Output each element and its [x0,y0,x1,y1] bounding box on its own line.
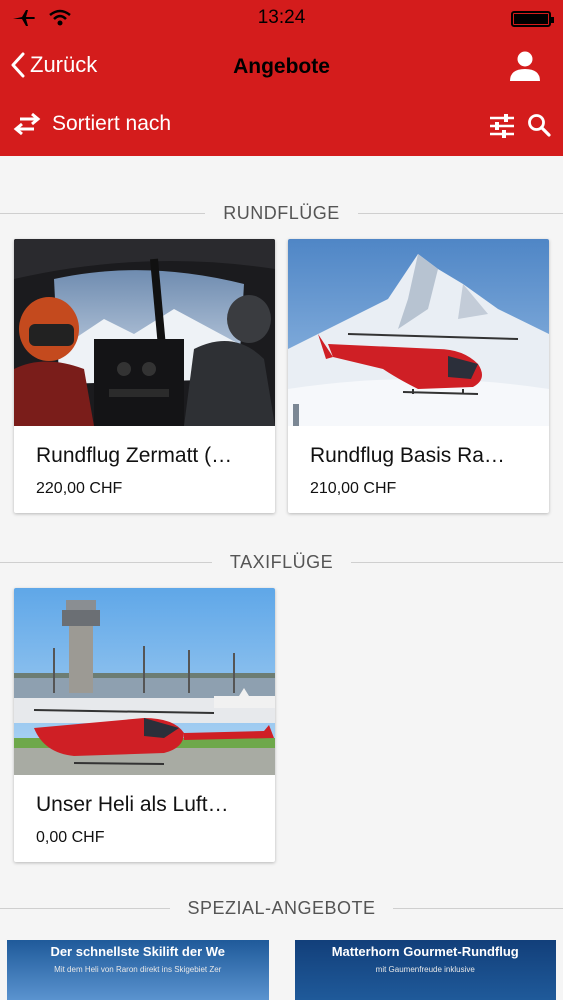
offer-card[interactable]: Rundflug Basis Ra… 210,00 CHF [288,239,549,513]
offer-card[interactable]: Unser Heli als Luft… 0,00 CHF [14,588,275,862]
chevron-left-icon [11,52,25,78]
offer-title: Unser Heli als Luft… [36,793,229,816]
search-button[interactable] [527,113,551,142]
nav-bar: Zurück Angebote [0,38,563,98]
filter-button[interactable] [489,114,515,143]
offer-title: Rundflug Zermatt (… [36,444,233,467]
section-header-spezial-angebote: SPEZIAL-ANGEBOTE [0,886,563,930]
status-bar: 13:24 [0,0,563,38]
section-title: SPEZIAL-ANGEBOTE [173,897,390,919]
special-offer-headline: Der schnellste Skilift der We [50,944,226,959]
card-row: Rundflug Zermatt (… 220,00 CHF Rundflug … [0,239,563,513]
offer-price: 220,00 CHF [36,480,123,497]
section-header-taxifluege: TAXIFLÜGE [0,540,563,584]
helicopter-mountain-photo [288,239,549,426]
sort-bar: Sortiert nach [0,98,563,156]
section-title: RUNDFLÜGE [209,202,354,224]
sort-button[interactable]: Sortiert nach [12,112,171,136]
offer-price: 210,00 CHF [310,480,397,497]
special-offer-card[interactable]: Der schnellste Skilift der We Mit dem He… [7,940,269,1000]
sort-label: Sortiert nach [52,112,172,135]
offers-list[interactable]: RUNDFLÜGE Rundflug Zermatt (… 220,00 CHF… [0,156,563,1000]
profile-button[interactable] [509,50,541,87]
airport-helicopter-photo [14,588,275,775]
status-time: 13:24 [257,7,306,28]
special-offer-card[interactable]: Matterhorn Gourmet-Rundflug mit Gaumenfr… [294,940,556,1000]
battery-icon [511,11,554,27]
card-row: Unser Heli als Luft… 0,00 CHF [0,588,563,862]
offer-price: 0,00 CHF [36,829,105,846]
section-header-rundfluege: RUNDFLÜGE [0,191,563,235]
search-icon [528,114,551,137]
sliders-icon [490,114,514,138]
user-icon [510,51,540,81]
special-offer-headline: Matterhorn Gourmet-Rundflug [331,944,519,959]
swap-arrows-icon [13,112,41,136]
offer-card[interactable]: Rundflug Zermatt (… 220,00 CHF [14,239,275,513]
back-button[interactable]: Zurück [10,52,97,78]
offer-title: Rundflug Basis Ra… [310,444,505,467]
card-row: Der schnellste Skilift der We Mit dem He… [0,940,563,1000]
cockpit-photo [14,239,275,426]
special-offer-subtitle: Mit dem Heli von Raron direkt ins Skigeb… [54,965,222,974]
section-title: TAXIFLÜGE [215,551,348,573]
back-label: Zurück [30,52,98,77]
special-offer-subtitle: mit Gaumenfreude inklusive [375,965,475,974]
